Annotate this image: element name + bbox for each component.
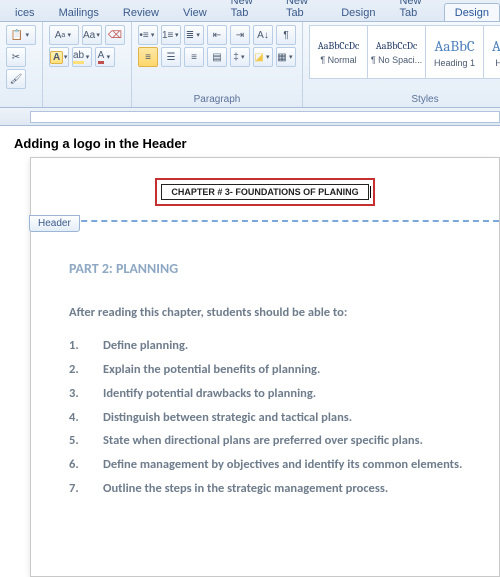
- header-region[interactable]: CHAPTER # 3- FOUNDATIONS OF PLANING Head…: [31, 170, 499, 222]
- bullets-button[interactable]: •≡▾: [138, 25, 158, 45]
- group-font: Aa▾ Aa▾ ⌫ A▾ ab▾ A▾: [43, 22, 132, 107]
- styles-group-label: Styles: [309, 93, 500, 105]
- font-size-button[interactable]: Aa▾: [49, 25, 79, 45]
- intro-text: After reading this chapter, students sho…: [69, 301, 471, 325]
- tab-design-2[interactable]: Design: [444, 3, 500, 21]
- paste-button[interactable]: 📋▾: [6, 25, 36, 45]
- group-label: [49, 104, 125, 105]
- group-styles: AaBbCcDc ¶ Normal AaBbCcDc ¶ No Spaci...…: [303, 22, 500, 107]
- list-item: 3.Identify potential drawbacks to planni…: [69, 382, 471, 406]
- sort-button[interactable]: A↓: [253, 25, 273, 45]
- styles-gallery[interactable]: AaBbCcDc ¶ Normal AaBbCcDc ¶ No Spaci...…: [309, 25, 500, 79]
- align-left-button[interactable]: ≡: [138, 47, 158, 67]
- line-spacing-button[interactable]: ‡▾: [230, 47, 250, 67]
- numbered-list: 1.Define planning. 2.Explain the potenti…: [69, 334, 471, 500]
- document-area: CHAPTER # 3- FOUNDATIONS OF PLANING Head…: [0, 157, 500, 517]
- header-highlight-box: CHAPTER # 3- FOUNDATIONS OF PLANING: [155, 178, 375, 206]
- header-text-field[interactable]: CHAPTER # 3- FOUNDATIONS OF PLANING: [161, 184, 369, 200]
- tab-mailings[interactable]: Mailings: [48, 3, 110, 21]
- list-item: 5.State when directional plans are prefe…: [69, 429, 471, 453]
- group-paragraph: •≡▾ 1≡▾ ≣▾ ⇤ ⇥ A↓ ¶ ≡ ☰ ≡ ▤ ‡▾ ◪▾ ▦▾ Par…: [132, 22, 303, 107]
- list-item: 7.Outline the steps in the strategic man…: [69, 477, 471, 501]
- group-clipboard: 📋▾ ✂ 🖌: [0, 22, 43, 107]
- text-effects-button[interactable]: A▾: [49, 47, 69, 67]
- list-item: 4.Distinguish between strategic and tact…: [69, 406, 471, 430]
- style-normal[interactable]: AaBbCcDc ¶ Normal: [309, 25, 367, 79]
- text-cursor: [370, 186, 371, 198]
- style-heading2[interactable]: AaBbC Heading: [483, 25, 500, 79]
- tab-newtab-1[interactable]: New Tab: [220, 0, 273, 21]
- cut-button[interactable]: ✂: [6, 47, 26, 67]
- style-heading1[interactable]: AaBbC Heading 1: [425, 25, 483, 79]
- list-item: 1.Define planning.: [69, 334, 471, 358]
- justify-button[interactable]: ▤: [207, 47, 227, 67]
- ribbon-tabs: ices Mailings Review View New Tab New Ta…: [0, 0, 500, 22]
- style-nospacing[interactable]: AaBbCcDc ¶ No Spaci...: [367, 25, 425, 79]
- highlight-button[interactable]: ab▾: [72, 47, 92, 67]
- format-painter-button[interactable]: 🖌: [6, 69, 26, 89]
- paragraph-group-label: Paragraph: [138, 93, 296, 105]
- group-label: [6, 104, 36, 105]
- part-heading: PART 2: PLANNING: [69, 256, 471, 283]
- increase-indent-button[interactable]: ⇥: [230, 25, 250, 45]
- document-body[interactable]: PART 2: PLANNING After reading this chap…: [31, 222, 499, 501]
- multilevel-button[interactable]: ≣▾: [184, 25, 204, 45]
- ribbon: 📋▾ ✂ 🖌 Aa▾ Aa▾ ⌫ A▾ ab▾ A▾: [0, 22, 500, 108]
- list-item: 2.Explain the potential benefits of plan…: [69, 358, 471, 382]
- ruler[interactable]: [0, 108, 500, 126]
- borders-button[interactable]: ▦▾: [276, 47, 296, 67]
- font-color-button[interactable]: A▾: [95, 47, 115, 67]
- change-case-button[interactable]: Aa▾: [82, 25, 102, 45]
- tab-view[interactable]: View: [172, 3, 218, 21]
- show-marks-button[interactable]: ¶: [276, 25, 296, 45]
- shading-button[interactable]: ◪▾: [253, 47, 273, 67]
- align-center-button[interactable]: ☰: [161, 47, 181, 67]
- header-badge[interactable]: Header: [29, 215, 80, 232]
- clear-formatting-button[interactable]: ⌫: [105, 25, 125, 45]
- tab-newtab-3[interactable]: New Tab: [388, 0, 441, 21]
- page-title: Adding a logo in the Header: [0, 126, 500, 157]
- align-right-button[interactable]: ≡: [184, 47, 204, 67]
- numbering-button[interactable]: 1≡▾: [161, 25, 181, 45]
- tab-review[interactable]: Review: [112, 3, 170, 21]
- list-item: 6.Define management by objectives and id…: [69, 453, 471, 477]
- page[interactable]: CHAPTER # 3- FOUNDATIONS OF PLANING Head…: [30, 157, 500, 577]
- tab-newtab-2[interactable]: New Tab: [275, 0, 328, 21]
- decrease-indent-button[interactable]: ⇤: [207, 25, 227, 45]
- tab-references[interactable]: ices: [4, 3, 46, 21]
- tab-design-1[interactable]: Design: [330, 3, 386, 21]
